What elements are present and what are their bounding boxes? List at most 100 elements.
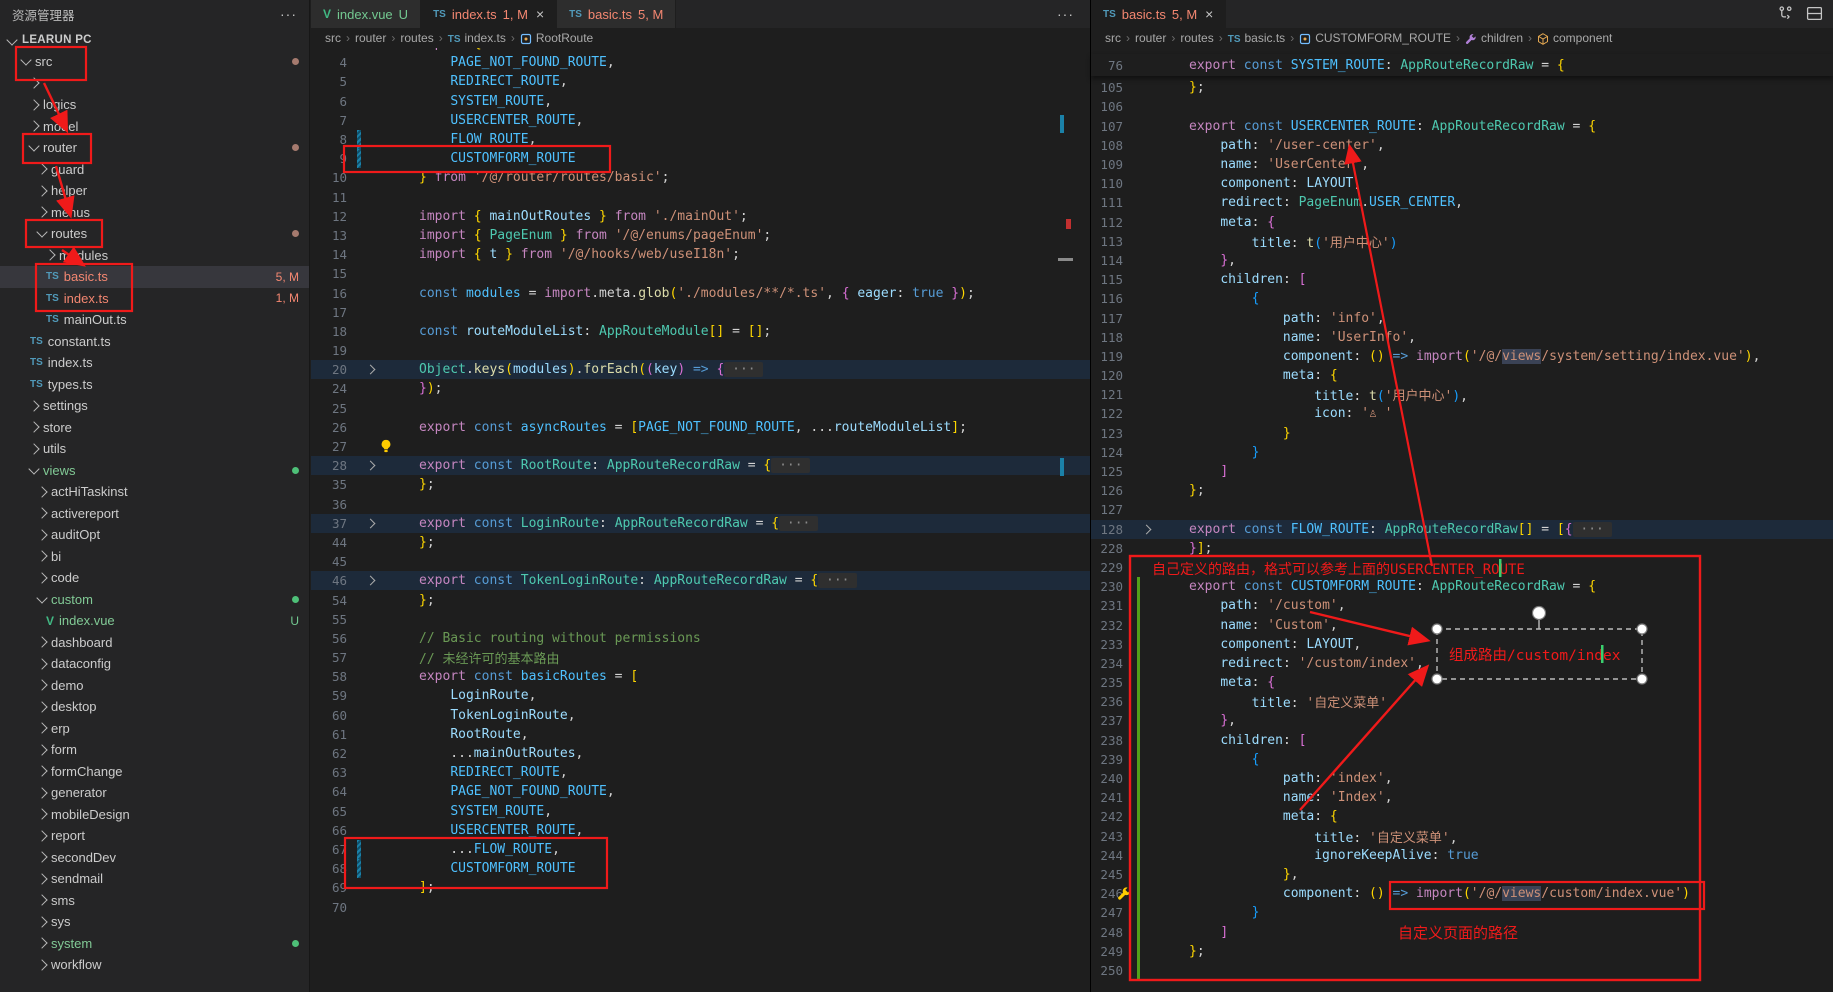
tree-item-constant.ts[interactable]: TSconstant.ts: [0, 331, 309, 353]
tree-item-views[interactable]: views: [0, 460, 309, 482]
code-line-125[interactable]: 125 ]: [1091, 462, 1833, 481]
code-line-124[interactable]: 124 }: [1091, 443, 1833, 462]
code-line-16[interactable]: 16const modules = import.meta.glob('./mo…: [311, 283, 1090, 302]
tree-item-index.ts[interactable]: TSindex.ts: [0, 352, 309, 374]
lightbulb-wrench-icon[interactable]: [1117, 886, 1132, 905]
code-line-45[interactable]: 45: [311, 552, 1090, 571]
code-line-128[interactable]: 128export const FLOW_ROUTE: AppRouteReco…: [1091, 520, 1833, 539]
tree-item-system[interactable]: system: [0, 933, 309, 955]
code-line-35[interactable]: 35};: [311, 475, 1090, 494]
tree-item-basic.ts[interactable]: TSbasic.ts5, M: [0, 266, 309, 288]
tree-item-custom[interactable]: custom: [0, 589, 309, 611]
code-line-9[interactable]: 9 CUSTOMFORM_ROUTE: [311, 149, 1090, 168]
code-line-62[interactable]: 62 ...mainOutRoutes,: [311, 744, 1090, 763]
tab-index.ts[interactable]: TSindex.ts1, M×: [421, 0, 557, 28]
tree-item-types.ts[interactable]: TStypes.ts: [0, 374, 309, 396]
code-line-8[interactable]: 8 FLOW_ROUTE,: [311, 130, 1090, 149]
code-line-243[interactable]: 243 title: '自定义菜单',: [1091, 827, 1833, 846]
code-line-69[interactable]: 69];: [311, 878, 1090, 897]
code-line-44[interactable]: 44};: [311, 533, 1090, 552]
breadcrumb-item[interactable]: routes: [1180, 31, 1213, 45]
tree-item-desktop[interactable]: desktop: [0, 696, 309, 718]
close-icon[interactable]: ×: [1205, 6, 1213, 22]
tree-item-src[interactable]: src: [0, 51, 309, 73]
code-line-70[interactable]: 70: [311, 897, 1090, 916]
tree-item-routes[interactable]: routes: [0, 223, 309, 245]
code-line-230[interactable]: 230export const CUSTOMFORM_ROUTE: AppRou…: [1091, 577, 1833, 596]
code-line-114[interactable]: 114 },: [1091, 251, 1833, 270]
code-line-117[interactable]: 117 path: 'info',: [1091, 308, 1833, 327]
tab-index.vue[interactable]: Vindex.vueU: [311, 0, 421, 28]
tree-item-sys[interactable]: sys: [0, 911, 309, 933]
code-line-118[interactable]: 118 name: 'UserInfo',: [1091, 328, 1833, 347]
code-line-64[interactable]: 64 PAGE_NOT_FOUND_ROUTE,: [311, 782, 1090, 801]
code-line-122[interactable]: 122 icon: '♙ ': [1091, 404, 1833, 423]
code-line-13[interactable]: 13import { PageEnum } from '/@/enums/pag…: [311, 226, 1090, 245]
code-line-232[interactable]: 232 name: 'Custom',: [1091, 615, 1833, 634]
tree-item-activereport[interactable]: activereport: [0, 503, 309, 525]
code-line-54[interactable]: 54};: [311, 590, 1090, 609]
code-line-239[interactable]: 239 {: [1091, 750, 1833, 769]
code-line-11[interactable]: 11: [311, 188, 1090, 207]
code-line-248[interactable]: 248 ]: [1091, 922, 1833, 941]
code-line-112[interactable]: 112 meta: {: [1091, 213, 1833, 232]
tree-item-actHiTaskinst[interactable]: actHiTaskinst: [0, 481, 309, 503]
breadcrumb-item[interactable]: routes: [400, 31, 433, 45]
code-line-120[interactable]: 120 meta: {: [1091, 366, 1833, 385]
sticky-scroll-line[interactable]: 76export const SYSTEM_ROUTE: AppRouteRec…: [1091, 54, 1833, 76]
tree-item-code[interactable]: code: [0, 567, 309, 589]
tree-item-guard[interactable]: guard: [0, 159, 309, 181]
code-line-6[interactable]: 6 SYSTEM_ROUTE,: [311, 92, 1090, 111]
code-line-115[interactable]: 115 children: [: [1091, 270, 1833, 289]
tree-item-router[interactable]: router: [0, 137, 309, 159]
code-line-59[interactable]: 59 LoginRoute,: [311, 686, 1090, 705]
code-line-26[interactable]: 26export const asyncRoutes = [PAGE_NOT_F…: [311, 418, 1090, 437]
tree-item-index.ts[interactable]: TSindex.ts1, M: [0, 288, 309, 310]
code-line-37[interactable]: 37export const LoginRoute: AppRouteRecor…: [311, 514, 1090, 533]
code-line-238[interactable]: 238 children: [: [1091, 731, 1833, 750]
code-line-246[interactable]: 246 component: () => import('/@/views/cu…: [1091, 884, 1833, 903]
tree-item-dataconfig[interactable]: dataconfig: [0, 653, 309, 675]
tree-item-bi[interactable]: bi: [0, 546, 309, 568]
code-line-237[interactable]: 237 },: [1091, 711, 1833, 730]
code-line-110[interactable]: 110 component: LAYOUT,: [1091, 174, 1833, 193]
tree-item-model[interactable]: model: [0, 116, 309, 138]
code-line-105[interactable]: 105};: [1091, 78, 1833, 97]
code-line-63[interactable]: 63 REDIRECT_ROUTE,: [311, 763, 1090, 782]
code-line-244[interactable]: 244 ignoreKeepAlive: true: [1091, 846, 1833, 865]
code-line-20[interactable]: 20Object.keys(modules).forEach((key) => …: [311, 360, 1090, 379]
tree-item-modules[interactable]: modules: [0, 245, 309, 267]
code-line-108[interactable]: 108 path: '/user-center',: [1091, 136, 1833, 155]
code-line-240[interactable]: 240 path: 'index',: [1091, 769, 1833, 788]
code-line-58[interactable]: 58export const basicRoutes = [: [311, 667, 1090, 686]
tree-item-logics[interactable]: logics: [0, 94, 309, 116]
tree-item-hidden[interactable]: [0, 73, 309, 95]
code-line-27[interactable]: 27: [311, 437, 1090, 456]
code-line-107[interactable]: 107export const USERCENTER_ROUTE: AppRou…: [1091, 117, 1833, 136]
code-line-17[interactable]: 17: [311, 303, 1090, 322]
breadcrumb-item[interactable]: src: [1105, 31, 1121, 45]
breadcrumb-item[interactable]: router: [355, 31, 386, 45]
breadcrumb-item[interactable]: index.ts: [465, 31, 506, 45]
code-line-116[interactable]: 116 {: [1091, 289, 1833, 308]
code-line-56[interactable]: 56// Basic routing without permissions: [311, 629, 1090, 648]
code-line-55[interactable]: 55: [311, 610, 1090, 629]
code-line-15[interactable]: 15: [311, 264, 1090, 283]
right-code-area[interactable]: }105};106107export const USERCENTER_ROUT…: [1091, 59, 1833, 980]
code-line-127[interactable]: 127: [1091, 500, 1833, 519]
code-line-247[interactable]: 247 }: [1091, 903, 1833, 922]
code-line-5[interactable]: 5 REDIRECT_ROUTE,: [311, 72, 1090, 91]
tree-item-settings[interactable]: settings: [0, 395, 309, 417]
tree-item-mainOut.ts[interactable]: TSmainOut.ts: [0, 309, 309, 331]
code-line-234[interactable]: 234 redirect: '/custom/index',: [1091, 654, 1833, 673]
breadcrumb-item[interactable]: router: [1135, 31, 1166, 45]
code-line-250[interactable]: 250: [1091, 961, 1833, 980]
code-line-233[interactable]: 233 component: LAYOUT,: [1091, 635, 1833, 654]
close-icon[interactable]: ×: [536, 6, 544, 22]
code-line-228[interactable]: 228}];: [1091, 539, 1833, 558]
tree-item-secondDev[interactable]: secondDev: [0, 847, 309, 869]
code-line-7[interactable]: 7 USERCENTER_ROUTE,: [311, 111, 1090, 130]
breadcrumb-item[interactable]: component: [1553, 31, 1612, 45]
code-line-111[interactable]: 111 redirect: PageEnum.USER_CENTER,: [1091, 193, 1833, 212]
code-line-12[interactable]: 12import { mainOutRoutes } from './mainO…: [311, 207, 1090, 226]
